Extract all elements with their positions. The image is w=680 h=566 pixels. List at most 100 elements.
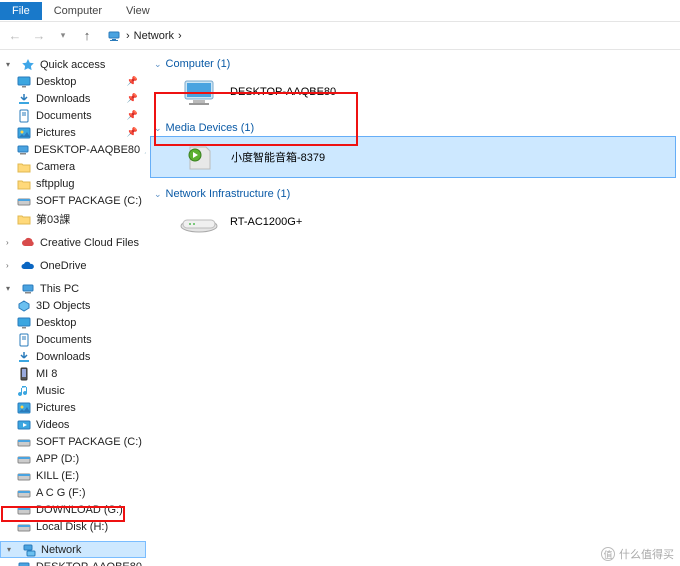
item-label: RT-AC1200G+ [230,216,302,228]
tree-item-quick[interactable]: SOFT PACKAGE (C:) [0,192,146,209]
network-icon [21,543,37,557]
tree-network[interactable]: ▾ Network [0,541,146,558]
nav-tree: ▾ Quick access Desktop 📌 Downloads 📌 Documen… [0,50,146,566]
tree-label: 3D Objects [36,300,90,312]
router-icon [178,206,220,238]
drive-icon [16,452,32,466]
group-title: Computer (1) [166,58,231,70]
group-title: Media Devices (1) [166,122,255,134]
tree-label: DOWNLOAD (G:) [36,504,123,516]
pictures-icon [16,126,32,140]
breadcrumb-sep: › [126,30,130,42]
tree-label: KILL (E:) [36,470,79,482]
nav-bar: ← → ▾ ↑ › Network › [0,22,680,50]
star-icon [20,58,36,72]
tree-item-pc[interactable]: KILL (E:) [0,467,146,484]
tree-item-pc[interactable]: APP (D:) [0,450,146,467]
tree-label: 第03課 [36,211,70,227]
tree-label: Creative Cloud Files [40,237,139,249]
chevron-right-icon: › [6,238,16,247]
group-title: Network Infrastructure (1) [166,188,291,200]
chevron-down-icon: ▾ [6,284,16,293]
tree-item-quick[interactable]: DESKTOP-AAQBE80📌 [0,141,146,158]
tab-computer[interactable]: Computer [42,2,114,20]
tree-label: SOFT PACKAGE (C:) [36,195,142,207]
tree-item-pc[interactable]: Pictures [0,399,146,416]
tree-onedrive[interactable]: › OneDrive [0,257,146,274]
folder-icon [16,212,32,226]
tab-file[interactable]: File [0,2,42,20]
pin-icon: 📌 [127,76,142,87]
computer-icon [178,76,220,108]
tree-label: DESKTOP-AAQBE80 [34,144,140,156]
forward-button[interactable]: → [30,27,48,45]
address-bar[interactable]: › Network › [106,28,182,44]
tree-label: Local Disk (H:) [36,521,108,533]
tree-item-net[interactable]: DESKTOP-AAQBE80 [0,558,146,566]
tree-item-quick[interactable]: Documents📌 [0,107,146,124]
pin-icon: 📌 [127,93,142,104]
tab-view[interactable]: View [114,2,162,20]
content-pane: ⌄Computer (1)DESKTOP-AAQBE80⌄Media Devic… [146,50,680,566]
drive-icon [16,469,32,483]
tree-label: This PC [40,283,79,295]
onedrive-icon [20,259,36,273]
watermark: 值 什么值得买 [601,546,674,562]
watermark-text: 什么值得买 [619,546,674,562]
network-item[interactable]: DESKTOP-AAQBE80 [150,72,676,112]
tree-label: Music [36,385,65,397]
group-header[interactable]: ⌄Computer (1) [150,56,676,72]
tree-label: DESKTOP-AAQBE80 [36,561,142,566]
tree-item-pc[interactable]: Local Disk (H:) [0,518,146,535]
back-button[interactable]: ← [6,27,24,45]
tree-item-pc[interactable]: 3D Objects [0,297,146,314]
pictures-icon [16,401,32,415]
tree-item-quick[interactable]: Pictures📌 [0,124,146,141]
tree-label: Desktop [36,76,76,88]
tree-item-quick[interactable]: Downloads 📌 [0,90,146,107]
tree-label: APP (D:) [36,453,79,465]
tree-label: Downloads [36,351,90,363]
tree-item-pc[interactable]: A C G (F:) [0,484,146,501]
breadcrumb-sep: › [178,30,182,42]
chevron-down-icon: ⌄ [154,123,162,134]
drive-icon [16,486,32,500]
tree-item-pc[interactable]: MI 8 [0,365,146,382]
recent-dropdown[interactable]: ▾ [54,27,72,45]
pin-icon: 📌 [127,127,142,138]
tree-item-pc[interactable]: DOWNLOAD (G:) [0,501,146,518]
chevron-down-icon: ⌄ [154,189,162,200]
tree-item-quick[interactable]: Desktop 📌 [0,73,146,90]
drive-icon [16,503,32,517]
tree-quick-access[interactable]: ▾ Quick access [0,56,146,73]
tree-label: Downloads [36,93,90,105]
tree-item-pc[interactable]: Documents [0,331,146,348]
documents-icon [16,109,32,123]
item-label: 小度智能音箱-8379 [231,149,325,165]
tree-item-pc[interactable]: SOFT PACKAGE (C:) [0,433,146,450]
tree-creative-cloud[interactable]: › Creative Cloud Files [0,234,146,251]
group-header[interactable]: ⌄ Media Devices (1) [150,120,676,136]
tree-item-quick[interactable]: sftpplug [0,175,146,192]
tree-item-pc[interactable]: Music [0,382,146,399]
tree-item-pc[interactable]: Downloads [0,348,146,365]
tree-this-pc[interactable]: ▾ This PC [0,280,146,297]
group-header[interactable]: ⌄ Network Infrastructure (1) [150,186,676,202]
tree-label: Quick access [40,59,105,71]
tree-item-pc[interactable]: Desktop [0,314,146,331]
tree-item-pc[interactable]: Videos [0,416,146,433]
breadcrumb-network[interactable]: Network [134,30,174,42]
tree-item-quick[interactable]: Camera [0,158,146,175]
tree-label: sftpplug [36,178,75,190]
network-item[interactable]: RT-AC1200G+ [150,202,676,242]
tree-label: Documents [36,334,92,346]
videos-icon [16,418,32,432]
up-button[interactable]: ↑ [78,27,96,45]
chevron-down-icon: ▾ [7,545,17,554]
network-item[interactable]: 小度智能音箱-8379 [150,136,676,178]
pc-icon [16,560,32,566]
pc-icon [16,143,30,157]
watermark-badge: 值 [601,547,615,561]
chevron-down-icon: ▾ [6,60,16,69]
tree-item-quick[interactable]: 第03課 [0,209,146,228]
